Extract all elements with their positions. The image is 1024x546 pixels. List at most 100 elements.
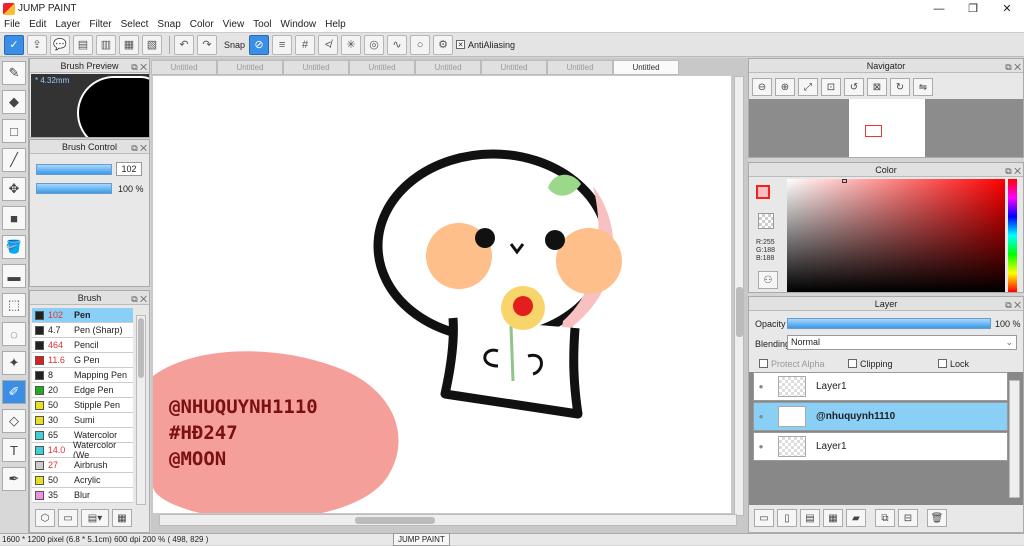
maximize-button[interactable]: ❐	[956, 0, 990, 17]
color-picker-icon[interactable]: ⚇	[758, 271, 778, 289]
tab-untitled-active[interactable]: Untitled	[613, 60, 679, 75]
menu-edit[interactable]: Edit	[29, 19, 46, 30]
drawing-canvas[interactable]: @NHUQUYNH1110 #HĐ247 @MOON	[153, 76, 731, 513]
new-layer-below-icon[interactable]: ▯	[777, 509, 797, 527]
menu-view[interactable]: View	[223, 19, 245, 30]
blending-select[interactable]: Normal ⌄	[787, 335, 1017, 350]
duplicate-layer-icon[interactable]: ⧉	[875, 509, 895, 527]
panel-close-icon[interactable]: ⧉ ✕	[1005, 60, 1021, 74]
select-pen-tool-icon[interactable]: ✐	[2, 380, 26, 404]
snap-perspective-icon[interactable]: ≮	[318, 34, 339, 55]
text-tool-icon[interactable]: T	[2, 438, 26, 462]
brush-item[interactable]: 35 Blur	[32, 488, 133, 503]
redo-icon[interactable]: ↷	[197, 34, 217, 55]
canvas-vertical-scrollbar[interactable]	[734, 76, 744, 516]
zoom-in-icon[interactable]: ⊕	[775, 78, 795, 96]
tab-untitled[interactable]: Untitled	[415, 60, 481, 75]
protect-alpha-checkbox[interactable]	[759, 359, 768, 368]
tab-untitled[interactable]: Untitled	[481, 60, 547, 75]
brush-add-icon[interactable]: ⬡	[35, 509, 55, 527]
layer-row[interactable]: ● Layer1	[753, 372, 1008, 401]
menu-window[interactable]: Window	[281, 19, 317, 30]
snap-grid-icon[interactable]: #	[295, 34, 316, 55]
layer-row[interactable]: ● Layer1	[753, 432, 1008, 461]
grid-edit-icon[interactable]: ▧	[142, 34, 162, 55]
snap-off-icon[interactable]: ⊘	[249, 34, 270, 55]
select-eraser-tool-icon[interactable]: ◇	[2, 409, 26, 433]
fit-icon[interactable]: ⤢	[798, 78, 818, 96]
brush-item[interactable]: 464 Pencil	[32, 338, 133, 353]
brush-item[interactable]: 8 Mapping Pen	[32, 368, 133, 383]
new-layer-icon[interactable]: ▭	[754, 509, 774, 527]
merge-layer-icon[interactable]: ⊟	[898, 509, 918, 527]
actual-size-icon[interactable]: ⊡	[821, 78, 841, 96]
rotate-right-icon[interactable]: ↻	[890, 78, 910, 96]
brush-size-slider[interactable]	[36, 164, 112, 175]
undo-icon[interactable]: ↶	[174, 34, 194, 55]
rectangle-tool-icon[interactable]: □	[2, 119, 26, 143]
visibility-eye-icon[interactable]: ●	[754, 382, 768, 391]
brush-item[interactable]: 50 Stipple Pen	[32, 398, 133, 413]
canvas-horizontal-scrollbar[interactable]	[159, 514, 737, 526]
reset-rotate-icon[interactable]: ⊠	[867, 78, 887, 96]
fill-shape-tool-icon[interactable]: ■	[2, 206, 26, 230]
tab-untitled[interactable]: Untitled	[217, 60, 283, 75]
layer-opacity-slider[interactable]	[787, 318, 991, 329]
navigator-view[interactable]	[749, 99, 1023, 157]
brush-item[interactable]: 20 Edge Pen	[32, 383, 133, 398]
visibility-eye-icon[interactable]: ●	[754, 412, 768, 421]
brush-new-icon[interactable]: ▭	[58, 509, 78, 527]
panel-close-icon[interactable]: ⧉ ✕	[1005, 164, 1021, 178]
brush-item[interactable]: 50 Acrylic	[32, 473, 133, 488]
color-saturation-field[interactable]	[787, 179, 1005, 292]
menu-filter[interactable]: Filter	[89, 19, 111, 30]
eyedropper-tool-icon[interactable]: ✒	[2, 467, 26, 491]
lock-checkbox[interactable]	[938, 359, 947, 368]
foreground-color-swatch[interactable]	[756, 185, 770, 199]
panel-close-icon[interactable]: ⧉ ✕	[131, 141, 147, 155]
text-bubble-icon[interactable]: ▤	[73, 34, 93, 55]
tab-untitled[interactable]: Untitled	[349, 60, 415, 75]
menu-file[interactable]: File	[4, 19, 20, 30]
page-icon[interactable]: ▥	[96, 34, 116, 55]
brush-opacity-slider[interactable]	[36, 183, 112, 194]
brush-tool-icon[interactable]: ✎	[2, 61, 26, 85]
antialias-checkbox[interactable]: ✕	[456, 40, 466, 49]
document-icon[interactable]: ▦	[119, 34, 139, 55]
tab-untitled[interactable]: Untitled	[547, 60, 613, 75]
eraser-tool-icon[interactable]: ◆	[2, 90, 26, 114]
menu-tool[interactable]: Tool	[253, 19, 271, 30]
brush-item[interactable]: 30 Sumi	[32, 413, 133, 428]
menu-help[interactable]: Help	[325, 19, 346, 30]
snap-concentric-icon[interactable]: ◎	[364, 34, 385, 55]
panel-close-icon[interactable]: ⧉ ✕	[131, 292, 147, 306]
gradient-tool-icon[interactable]: ▬	[2, 264, 26, 288]
move-tool-icon[interactable]: ✥	[2, 177, 26, 201]
layer-row-selected[interactable]: ● @nhuquynh1110	[753, 402, 1008, 431]
export-icon[interactable]: ⇪	[27, 34, 47, 55]
brush-item[interactable]: 11.6 G Pen	[32, 353, 133, 368]
pen-line-tool-icon[interactable]: ╱	[2, 148, 26, 172]
hue-slider[interactable]	[1008, 179, 1017, 292]
panel-close-icon[interactable]: ⧉ ✕	[131, 60, 147, 74]
new-tone-layer-icon[interactable]: ▦	[823, 509, 843, 527]
rotate-left-icon[interactable]: ↺	[844, 78, 864, 96]
brush-list-scrollbar[interactable]	[136, 315, 146, 505]
trash-icon[interactable]: 🗑	[927, 509, 947, 527]
snap-curve-icon[interactable]: ∿	[387, 34, 408, 55]
menu-color[interactable]: Color	[190, 19, 214, 30]
brush-size-value[interactable]: 102	[116, 162, 142, 176]
brush-item[interactable]: 14.0 Watercolor (We	[32, 440, 133, 460]
layer-list-scrollbar[interactable]	[1009, 380, 1020, 498]
minimize-button[interactable]: —	[922, 0, 956, 17]
snap-radial-icon[interactable]: ✳	[341, 34, 362, 55]
new-raster-layer-icon[interactable]: ▤	[800, 509, 820, 527]
flip-icon[interactable]: ⇋	[913, 78, 933, 96]
lasso-tool-icon[interactable]: ◌	[2, 322, 26, 346]
menu-snap[interactable]: Snap	[157, 19, 180, 30]
canvas-mode-icon[interactable]: ✓	[4, 34, 24, 55]
select-rect-tool-icon[interactable]: ⬚	[2, 293, 26, 317]
brush-item[interactable]: 4.7 Pen (Sharp)	[32, 323, 133, 338]
brush-settings-icon[interactable]: ▦	[112, 509, 132, 527]
bucket-tool-icon[interactable]: 🪣	[2, 235, 26, 259]
